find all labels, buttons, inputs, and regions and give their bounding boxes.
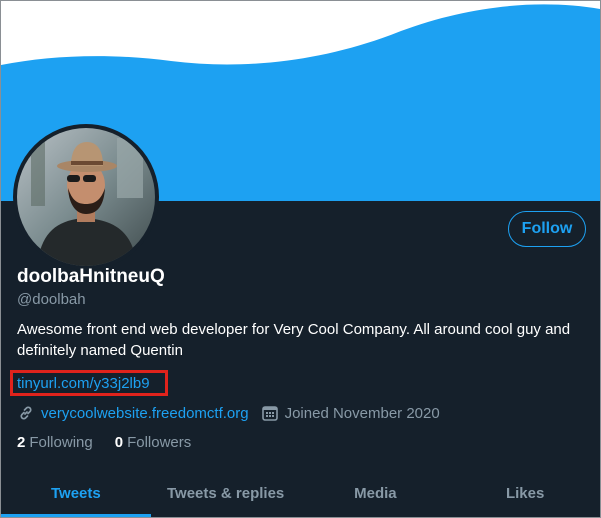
profile-meta: verycoolwebsite.freedomctf.org Joined No… [17, 404, 440, 422]
website-link[interactable]: verycoolwebsite.freedomctf.org [41, 405, 249, 422]
profile-page: Follow doolbaHnitneuQ @doolbah Awesome f… [0, 0, 601, 518]
profile-handle: @doolbah [17, 291, 86, 308]
following-link[interactable]: 2 Following [17, 434, 93, 451]
profile-display-name: doolbaHnitneuQ [17, 266, 165, 287]
link-icon [17, 404, 35, 422]
follow-button[interactable]: Follow [508, 211, 586, 247]
tab-tweets-replies[interactable]: Tweets & replies [151, 468, 301, 517]
avatar-photo [17, 128, 155, 266]
profile-bio: Awesome front end web developer for Very… [17, 321, 571, 359]
followers-link[interactable]: 0 Followers [115, 434, 192, 451]
following-count: 2 [17, 434, 26, 451]
tab-media[interactable]: Media [301, 468, 451, 517]
tab-tweets[interactable]: Tweets [1, 468, 151, 517]
bio-link[interactable]: tinyurl.com/y33j2lb9 [17, 375, 150, 392]
followers-label: Followers [127, 434, 192, 451]
following-label: Following [29, 434, 93, 451]
followers-count: 0 [114, 434, 124, 451]
profile-tabs: Tweets Tweets & replies Media Likes [1, 468, 600, 517]
profile-avatar[interactable] [13, 124, 159, 270]
tab-likes[interactable]: Likes [450, 468, 600, 517]
calendar-icon [261, 404, 279, 422]
profile-stats: 2 Following 0 Followers [17, 434, 213, 451]
joined-date: Joined November 2020 [284, 404, 440, 422]
